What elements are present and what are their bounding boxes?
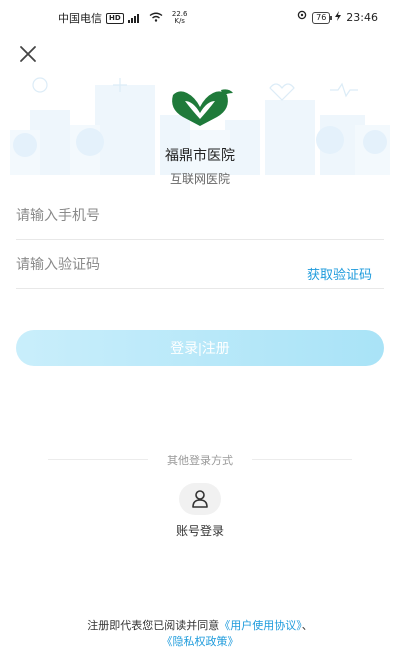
other-login-label: 其他登录方式 <box>167 454 233 467</box>
user-agreement-link[interactable]: 《用户使用协议》 <box>219 619 302 632</box>
account-login-button[interactable] <box>179 483 221 515</box>
account-login-circle <box>179 483 221 515</box>
code-field-row: 获取验证码 <box>16 241 384 289</box>
charging-icon <box>335 11 342 24</box>
signal-icon <box>127 13 139 23</box>
verification-code-input[interactable] <box>16 253 276 277</box>
location-icon <box>297 10 307 25</box>
battery-icon: 76 <box>312 11 333 24</box>
close-button[interactable] <box>16 42 40 66</box>
divider-right <box>252 459 352 460</box>
hd-badge: HD <box>106 12 124 24</box>
hospital-subtitle: 互联网医院 <box>169 172 230 186</box>
net-speed-unit: K/s <box>174 17 185 25</box>
hospital-name: 福鼎市医院 <box>165 148 235 164</box>
hospital-logo <box>172 89 233 126</box>
phone-field-row <box>16 192 384 240</box>
get-code-button[interactable]: 获取验证码 <box>307 264 372 283</box>
clock-time: 23:46 <box>346 11 378 24</box>
phone-input[interactable] <box>16 204 276 228</box>
wifi-icon <box>149 12 163 25</box>
status-bar: 中国电信 HD 22.6 K/s 76 23:46 <box>0 0 400 36</box>
status-right: 76 23:46 <box>297 10 378 25</box>
agreement-prefix: 注册即代表您已阅读并同意 <box>87 619 220 632</box>
close-icon <box>20 46 36 62</box>
net-speed: 22.6 K/s <box>171 11 189 25</box>
user-icon <box>192 490 208 508</box>
carrier-name: 中国电信 <box>58 12 102 25</box>
privacy-policy-link[interactable]: 《隐私权政策》 <box>162 635 239 648</box>
agreement-text: 注册即代表您已阅读并同意《用户使用协议》、 《隐私权政策》 <box>0 618 400 650</box>
account-login-label: 账号登录 <box>175 524 224 538</box>
status-left: 中国电信 HD 22.6 K/s <box>58 10 189 26</box>
login-register-button[interactable]: 登录|注册 <box>16 330 384 366</box>
agreement-separator: 、 <box>301 619 313 632</box>
